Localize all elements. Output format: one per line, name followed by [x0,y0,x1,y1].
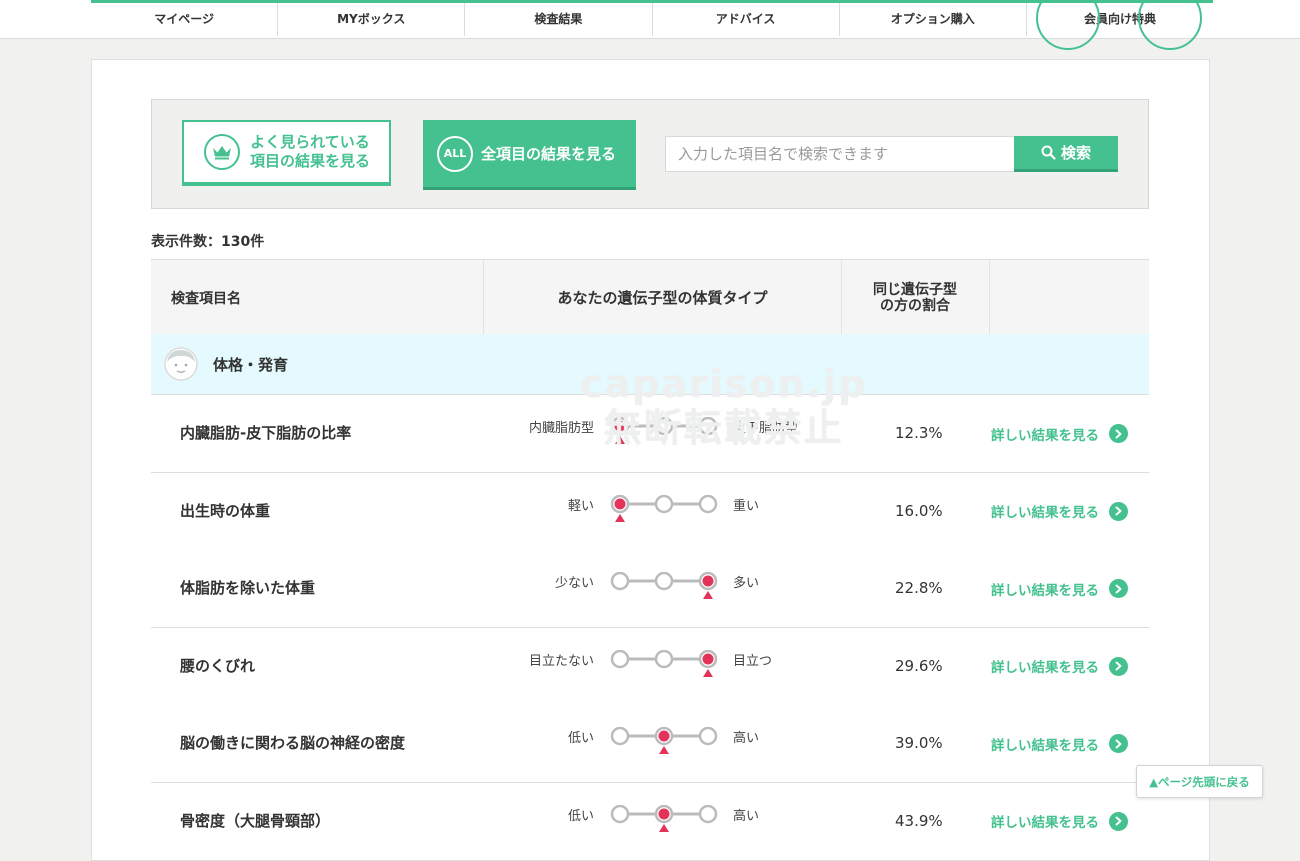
ratio-value: 12.3% [895,424,943,442]
detail-link-label: 詳しい結果を見る [991,582,1099,599]
ratio-value: 39.0% [895,734,943,752]
search-icon [1041,145,1056,160]
type-scale [610,804,718,832]
search-input[interactable] [665,136,1015,172]
header-ratio: 同じ遺伝子型 の方の割合 [841,260,990,335]
detail-link[interactable]: 詳しい結果を見る [991,705,1128,782]
type-left-label: 低い [567,808,594,824]
detail-link[interactable]: 詳しい結果を見る [991,550,1128,627]
type-right-label: 重い [733,498,760,514]
type-left-label: 内臓脂肪型 [528,421,594,436]
type-scale [610,417,718,444]
detail-link[interactable]: 詳しい結果を見る [991,783,1128,860]
type-right-label: 目立つ [733,653,773,669]
chevron-right-icon [1109,501,1128,521]
table-row: 出生時の体重 軽い 重い 16.0% 詳しい結果を見る [151,472,1149,551]
chevron-right-icon [1109,656,1128,676]
search-button[interactable]: 検索 [1014,136,1118,172]
popular-results-button[interactable]: よく見られている 項目の結果を見る [182,120,391,186]
search-button-label: 検索 [1060,144,1091,162]
detail-link[interactable]: 詳しい結果を見る [991,473,1128,550]
chevron-right-icon [1109,424,1128,443]
detail-link-label: 詳しい結果を見る [991,815,1099,831]
type-scale [610,649,718,677]
table-row: 骨密度（大腿骨頸部） 低い 高い 43.9% 詳しい結果を見る [151,782,1149,861]
decorative-circle [1138,0,1202,50]
back-to-top-button[interactable]: ▲ページ先頭に戻る [1136,765,1263,798]
nav-item-mypage[interactable]: マイページ [91,3,279,36]
detail-link-label: 詳しい結果を見る [991,505,1099,521]
popular-label-line2: 項目の結果を見る [250,152,371,170]
all-results-button[interactable]: ALL 全項目の結果を見る [423,120,636,190]
top-navigation: マイページ MYボックス 検査結果 アドバイス オプション購入 会員向け特典 [0,0,1300,39]
ratio-value: 22.8% [895,579,943,597]
chevron-right-icon [1109,811,1128,831]
item-name: 出生時の体重 [180,501,271,520]
popular-label-line1: よく見られている [250,133,370,151]
chevron-right-icon [1109,734,1128,753]
type-right-label: 高い [733,731,760,746]
type-left-label: 目立たない [528,653,594,669]
person-face-icon [164,347,198,381]
decorative-circle [1036,0,1100,50]
item-name: 腰のくびれ [180,656,256,675]
detail-link[interactable]: 詳しい結果を見る [991,628,1128,705]
nav-item-results[interactable]: 検査結果 [465,3,653,36]
category-label: 体格・発育 [213,355,289,374]
ratio-value: 29.6% [895,656,943,675]
type-right-label: 多い [733,576,760,591]
search-area: よく見られている 項目の結果を見る ALL 全項目の結果を見る 検索 [151,99,1149,209]
category-row: 体格・発育 [151,334,1149,395]
header-ratio-line2: の方の割合 [880,297,950,314]
type-scale [610,494,718,522]
table-row: 腰のくびれ 目立たない 目立つ 29.6% 詳しい結果を見る [151,627,1149,706]
table-row: 体脂肪を除いた体重 少ない 多い 22.8% 詳しい結果を見る [151,550,1149,628]
table-row: 脳の働きに関わる脳の神経の密度 低い 高い 39.0% 詳しい結果を見る [151,705,1149,783]
table-header: 検査項目名 あなたの遺伝子型の体質タイプ 同じ遺伝子型 の方の割合 [151,259,1149,336]
type-right-label: 高い [733,808,760,824]
popular-results-label: よく見られている 項目の結果を見る [250,133,370,171]
item-name: 内臓脂肪-皮下脂肪の比率 [180,424,352,442]
crown-icon [204,134,240,170]
all-results-label: 全項目の結果を見る [481,145,617,163]
type-left-label: 軽い [567,498,594,514]
detail-link-label: 詳しい結果を見る [991,660,1099,676]
header-item-name: 検査項目名 [151,260,484,335]
detail-link[interactable]: 詳しい結果を見る [991,395,1128,472]
item-name: 骨密度（大腿骨頸部） [180,811,331,830]
detail-link-label: 詳しい結果を見る [991,737,1099,754]
header-type: あなたの遺伝子型の体質タイプ [484,260,842,335]
header-ratio-line1: 同じ遺伝子型 [873,281,957,298]
item-name: 脳の働きに関わる脳の神経の密度 [180,734,406,752]
ratio-value: 43.9% [895,811,943,830]
results-panel: よく見られている 項目の結果を見る ALL 全項目の結果を見る 検索 表示件数：… [91,59,1210,861]
type-left-label: 少ない [554,576,594,591]
detail-link-label: 詳しい結果を見る [991,427,1099,444]
nav-item-advice[interactable]: アドバイス [653,3,840,36]
type-scale [610,572,718,599]
type-right-label: 皮下脂肪型 [733,421,799,436]
result-count: 表示件数：130件 [151,234,265,250]
all-badge-icon: ALL [437,135,473,172]
type-left-label: 低い [567,731,594,746]
nav-item-options[interactable]: オプション購入 [840,3,1027,36]
ratio-value: 16.0% [895,501,943,520]
table-row: 内臓脂肪-皮下脂肪の比率 内臓脂肪型 皮下脂肪型 12.3% 詳しい結果を見る [151,395,1149,473]
type-scale [610,727,718,754]
chevron-right-icon [1109,579,1128,598]
item-name: 体脂肪を除いた体重 [180,579,316,597]
nav-item-mybox[interactable]: MYボックス [278,3,466,36]
